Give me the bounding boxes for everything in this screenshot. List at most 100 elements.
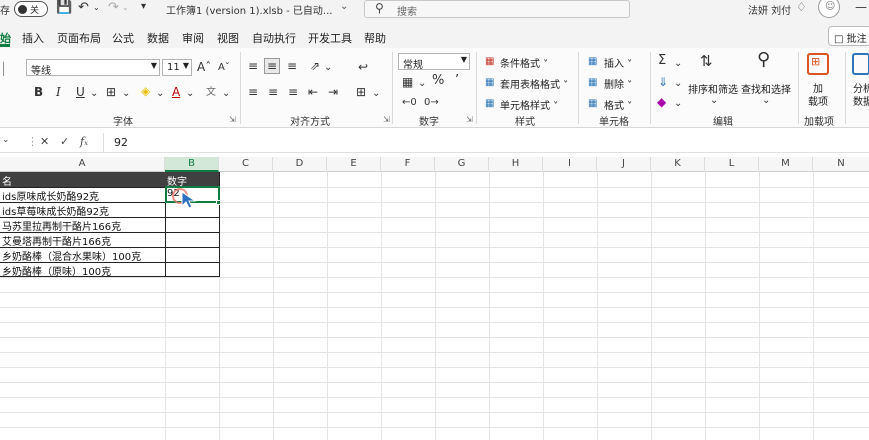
formula-input[interactable]: 92 xyxy=(114,136,128,149)
undo-icon[interactable]: ↶ xyxy=(78,0,89,15)
merge-dropdown-icon[interactable]: ⌄ xyxy=(372,87,380,101)
avatar[interactable]: ☺ xyxy=(818,0,840,18)
tab-help[interactable]: 帮助 xyxy=(364,30,386,46)
align-top-icon[interactable]: ≡ xyxy=(248,59,258,73)
tab-developer[interactable]: 开发工具 xyxy=(308,30,352,46)
search-box[interactable]: ⚲ 搜索 xyxy=(364,0,630,18)
column-header-m[interactable]: M xyxy=(759,157,813,172)
fill-icon[interactable]: ⇓ xyxy=(658,75,668,89)
find-select-dropdown-icon[interactable]: ⌄ xyxy=(762,94,770,108)
analyze-data-line2[interactable]: 数据 xyxy=(853,93,869,108)
find-select-icon[interactable]: ⚲ xyxy=(757,51,770,69)
cancel-icon[interactable]: ✕ xyxy=(40,135,49,148)
tab-insert[interactable]: 插入 xyxy=(22,30,44,46)
column-header-l[interactable]: L xyxy=(705,157,759,172)
fill-handle[interactable] xyxy=(216,200,221,205)
clear-icon[interactable]: ◆ xyxy=(657,95,666,109)
table-cell-name[interactable]: 乡奶酪棒（原味）100克 xyxy=(0,262,165,277)
clear-dropdown-icon[interactable]: ⌄ xyxy=(674,97,682,111)
borders-dropdown-icon[interactable]: ⌄ xyxy=(122,87,130,101)
cell-styles-button[interactable]: 单元格样式 ˅ xyxy=(500,97,558,112)
analyze-data-icon[interactable] xyxy=(852,53,869,75)
orientation-dropdown-icon[interactable]: ⌄ xyxy=(324,61,332,75)
table-cell-name[interactable]: 乡奶酪棒（混合水果味）100克 xyxy=(0,247,165,262)
delete-button[interactable]: 删除 ˅ xyxy=(604,76,632,91)
accounting-dropdown-icon[interactable]: ⌄ xyxy=(418,77,426,91)
align-middle-icon[interactable]: ≡ xyxy=(264,58,281,74)
font-name-box[interactable]: 等线 ▼ xyxy=(26,59,160,77)
table-cell-number[interactable] xyxy=(165,262,219,277)
fill-color-icon[interactable]: ◈ xyxy=(141,84,150,98)
table-cell-name[interactable]: ids原味成长奶酪92克 xyxy=(0,187,165,202)
column-header-a[interactable]: A xyxy=(0,157,165,172)
tab-data[interactable]: 数据 xyxy=(147,30,169,46)
sort-filter-icon[interactable]: ⇅ xyxy=(700,54,713,69)
table-cell-name[interactable]: ids草莓味成长奶酪92克 xyxy=(0,202,165,217)
enter-icon[interactable]: ✓ xyxy=(60,135,69,148)
customize-qat-icon[interactable]: ▾ xyxy=(141,1,146,12)
decrease-decimal-icon[interactable]: 0→ xyxy=(424,96,439,110)
font-color-icon[interactable]: A xyxy=(172,85,180,99)
column-header-i[interactable]: I xyxy=(543,157,597,172)
fill-dropdown-icon[interactable]: ⌄ xyxy=(674,77,682,91)
phonetic-icon[interactable]: 文 xyxy=(206,86,216,100)
format-as-table-button[interactable]: 套用表格格式 ˅ xyxy=(500,76,568,91)
underline-dropdown-icon[interactable]: ⌄ xyxy=(90,87,98,101)
column-header-e[interactable]: E xyxy=(327,157,381,172)
sort-filter-dropdown-icon[interactable]: ⌄ xyxy=(710,94,718,108)
number-launcher-icon[interactable]: ⇲ xyxy=(466,115,473,124)
table-header-name[interactable]: 名 xyxy=(0,172,165,187)
italic-icon[interactable]: I xyxy=(56,85,61,99)
premium-icon[interactable]: ♢ xyxy=(796,0,807,14)
percent-icon[interactable]: % xyxy=(432,74,444,88)
table-cell-name[interactable]: 马苏里拉再制干酪片166克 xyxy=(0,217,165,232)
column-header-j[interactable]: J xyxy=(597,157,651,172)
column-header-c[interactable]: C xyxy=(219,157,273,172)
align-right-icon[interactable]: ≡ xyxy=(288,85,298,99)
save-icon[interactable]: 💾 xyxy=(56,0,72,15)
autosum-icon[interactable]: Σ xyxy=(658,54,666,68)
decrease-font-icon[interactable]: Aˇ xyxy=(218,61,230,75)
table-cell-name[interactable]: 艾曼塔再制干酪片166克 xyxy=(0,232,165,247)
borders-icon[interactable]: ⊞ xyxy=(106,85,116,99)
column-header-b[interactable]: B xyxy=(165,157,219,172)
autosum-dropdown-icon[interactable]: ⌄ xyxy=(674,57,682,71)
increase-decimal-icon[interactable]: ←0 xyxy=(402,96,417,110)
increase-font-icon[interactable]: Aˆ xyxy=(197,60,211,74)
column-header-k[interactable]: K xyxy=(651,157,705,172)
tab-automate[interactable]: 自动执行 xyxy=(252,30,296,46)
format-button[interactable]: 格式 ˅ xyxy=(604,97,632,112)
column-header-h[interactable]: H xyxy=(489,157,543,172)
table-header-number[interactable]: 数字 xyxy=(165,172,219,187)
font-color-dropdown-icon[interactable]: ⌄ xyxy=(186,87,194,101)
font-launcher-icon[interactable]: ⇲ xyxy=(229,115,236,124)
bold-icon[interactable]: B xyxy=(34,85,43,99)
minimize-icon[interactable]: — xyxy=(855,0,867,14)
increase-indent-icon[interactable]: ⇥ xyxy=(328,85,338,99)
redo-dropdown-icon[interactable]: ⌄ xyxy=(122,3,129,12)
conditional-format-button[interactable]: 条件格式 ˅ xyxy=(500,55,548,70)
accounting-format-icon[interactable]: ▦ xyxy=(402,75,413,89)
undo-dropdown-icon[interactable]: ⌄ xyxy=(93,3,100,12)
fill-color-dropdown-icon[interactable]: ⌄ xyxy=(156,87,164,101)
tab-page-layout[interactable]: 页面布局 xyxy=(57,30,101,46)
phonetic-dropdown-icon[interactable]: ⌄ xyxy=(222,87,230,101)
merge-center-icon[interactable]: ⊞ xyxy=(356,85,366,99)
column-header-g[interactable]: G xyxy=(435,157,489,172)
insert-function-icon[interactable]: fₓ xyxy=(80,135,88,148)
addins-button-line2[interactable]: 载项 xyxy=(808,93,828,108)
addins-icon[interactable]: ⊞ xyxy=(807,53,829,75)
number-format-box[interactable]: 常规 ▼ xyxy=(398,53,470,71)
redo-icon[interactable]: ↷ xyxy=(108,0,119,15)
decrease-indent-icon[interactable]: ⇤ xyxy=(308,85,318,99)
comma-style-icon[interactable]: ’ xyxy=(455,74,459,88)
tab-formulas[interactable]: 公式 xyxy=(112,30,134,46)
insert-button[interactable]: 插入 ˅ xyxy=(604,55,632,70)
font-size-box[interactable]: 11 ▼ xyxy=(162,59,192,76)
align-center-icon[interactable]: ≡ xyxy=(268,85,278,99)
wrap-text-icon[interactable]: ↩ xyxy=(358,60,368,74)
align-bottom-icon[interactable]: ≡ xyxy=(287,59,297,73)
underline-icon[interactable]: U xyxy=(76,85,85,99)
table-cell-number[interactable] xyxy=(165,232,219,247)
comments-button[interactable]: □ 批注 xyxy=(828,26,869,46)
